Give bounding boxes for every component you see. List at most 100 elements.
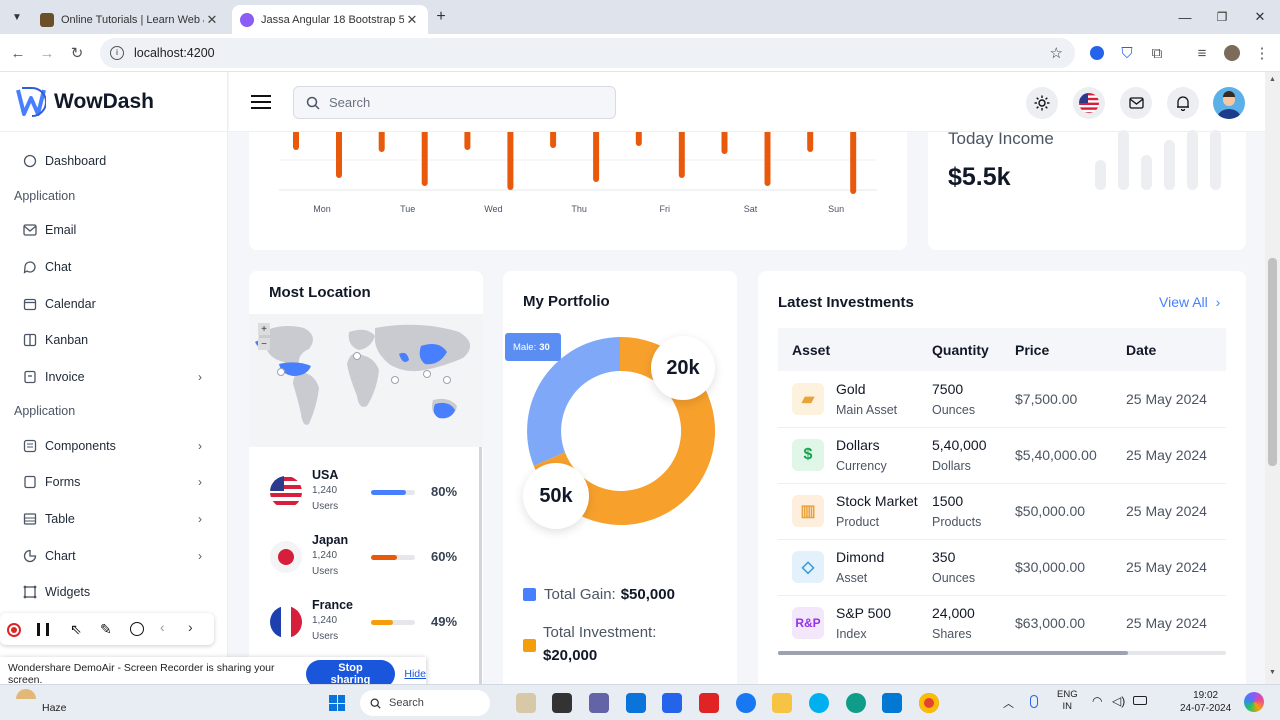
pen-icon[interactable]: ✎ [100,621,112,638]
tab-close-icon[interactable]: ✕ [404,12,420,28]
minimize-icon[interactable]: — [1176,8,1194,26]
pause-icon[interactable] [37,623,49,636]
sidebar-item-chat[interactable]: Chat [22,259,202,275]
pointer-icon[interactable]: ⇖ [70,621,82,638]
table-row[interactable]: $ Dollars Currency 5,40,000 Dollars $5,40,000… [778,427,1226,483]
webcam-icon[interactable] [130,622,144,636]
language-flag-button[interactable] [1073,87,1105,119]
sidebar-item-calendar[interactable]: Calendar [22,296,202,312]
sidebar-item-invoice[interactable]: Invoice › [22,369,202,385]
location-scrollbar[interactable] [479,447,482,684]
site-info-icon[interactable]: i [110,46,124,60]
sidebar-item-dashboard[interactable]: Dashboard [22,153,202,169]
teams-icon[interactable] [589,693,609,713]
new-tab-icon[interactable]: + [432,8,450,26]
weekly-bar[interactable] [678,132,685,178]
start-button[interactable] [329,695,345,711]
battery-icon[interactable] [1133,696,1147,705]
weekly-bar[interactable] [764,132,771,186]
expand-right-icon[interactable]: › [188,619,193,635]
map-zoom-in-button[interactable]: + [258,323,270,335]
table-row[interactable]: ▰ Gold Main Asset 7500 Ounces $7,500.00 25 May… [778,371,1226,427]
table-row[interactable]: ◇ Dimond Asset 350 Ounces $30,000.00 25 May 20… [778,539,1226,595]
restore-icon[interactable]: ❐ [1213,8,1231,26]
sidebar-item-email[interactable]: Email [22,222,202,238]
weekly-bar[interactable] [464,132,471,150]
vscode-icon[interactable] [882,693,902,713]
weekly-bar[interactable] [635,132,642,146]
taskbar-app-icon[interactable] [552,693,572,713]
sidebar-item-kanban[interactable]: Kanban [22,332,202,348]
column-header[interactable]: Date [1126,328,1226,371]
weekly-bar[interactable] [378,132,385,152]
theme-toggle-button[interactable] [1026,87,1058,119]
view-all-link[interactable]: View All › [1159,294,1220,310]
mail-app-icon[interactable] [626,693,646,713]
column-header[interactable]: Quantity [932,328,1015,371]
profile-avatar-icon[interactable] [1222,43,1242,63]
shield-icon[interactable]: ⛉ [1117,43,1137,63]
tab-search-dropdown[interactable]: ▼ [8,8,26,26]
record-stop-icon[interactable] [7,623,21,637]
scrollbar-thumb[interactable] [1268,258,1277,466]
taskbar-app-icon[interactable] [516,693,536,713]
weekly-bar[interactable] [336,132,342,178]
weather-label[interactable]: Haze [42,702,67,714]
weather-icon[interactable] [16,689,36,699]
weekly-bar[interactable] [807,132,814,152]
address-bar[interactable]: i localhost:4200 ☆ [100,38,1075,68]
weekly-bar[interactable] [507,132,514,190]
skype-icon[interactable] [809,693,829,713]
sidebar-item-widgets[interactable]: Widgets [22,584,202,600]
edge-icon[interactable] [846,693,866,713]
hide-link[interactable]: Hide [404,668,426,680]
messages-button[interactable] [1120,87,1152,119]
bookmark-star-icon[interactable]: ☆ [1050,44,1063,62]
store-icon[interactable] [662,693,682,713]
language-indicator[interactable]: ENG IN [1057,689,1078,713]
browser-tab-2[interactable]: Jassa Angular 18 Bootstrap 5 A ✕ [232,5,428,34]
browser-menu-icon[interactable]: ⋮ [1252,43,1272,63]
sidebar-item-forms[interactable]: Forms › [22,474,202,490]
youtube-icon[interactable] [699,693,719,713]
forward-icon[interactable]: → [37,43,57,63]
weekly-bar[interactable] [850,132,857,194]
scroll-up-icon[interactable]: ▲ [1269,76,1276,83]
wifi-icon[interactable]: ◠ [1092,694,1102,708]
weekly-bar[interactable] [593,132,600,182]
media-control-icon[interactable]: ≡ [1192,43,1212,63]
weekly-bar[interactable] [550,132,557,148]
hamburger-menu-icon[interactable] [251,95,271,109]
page-vertical-scrollbar[interactable]: ▲ ▼ [1265,72,1280,684]
sidebar-item-table[interactable]: Table › [22,511,202,527]
weekly-bar[interactable] [721,132,728,154]
clock[interactable]: 19:02 24-07-2024 [1180,689,1231,715]
chrome-icon[interactable] [919,693,939,713]
sidebar-item-chart[interactable]: Chart › [22,548,202,564]
column-header[interactable]: Asset [778,328,932,371]
back-icon[interactable]: ← [8,43,28,63]
microphone-icon[interactable] [1030,695,1038,708]
extension-1-icon[interactable] [1087,43,1107,63]
file-explorer-icon[interactable] [772,693,792,713]
weekly-bar[interactable] [421,132,428,186]
tab-close-icon[interactable]: ✕ [204,12,220,28]
map-zoom-out-button[interactable]: − [258,338,270,350]
search-input[interactable]: Search [293,86,616,119]
column-header[interactable]: Price [1015,328,1126,371]
notification-center-icon[interactable] [1244,692,1264,712]
user-avatar[interactable] [1213,87,1245,119]
table-row[interactable]: R&P S&P 500 Index 24,000 Shares $63,000.00 25 … [778,595,1226,651]
facebook-icon[interactable] [736,693,756,713]
browser-tab-1[interactable]: Online Tutorials | Learn Web & ✕ [32,5,228,34]
collapse-left-icon[interactable]: ‹ [160,619,165,635]
volume-icon[interactable]: ◁) [1112,694,1125,708]
table-horizontal-scrollbar[interactable] [778,651,1226,655]
taskbar-search[interactable]: Search [360,690,490,716]
weekly-bar[interactable] [293,132,299,150]
extensions-puzzle-icon[interactable]: ⧉ [1147,43,1167,63]
table-row[interactable]: ▥ Stock Market Product 1500 Products $50,000.… [778,483,1226,539]
scroll-down-icon[interactable]: ▼ [1269,669,1276,676]
scrollbar-thumb[interactable] [778,651,1128,655]
tray-chevron-icon[interactable]: ︿ [1003,695,1014,711]
